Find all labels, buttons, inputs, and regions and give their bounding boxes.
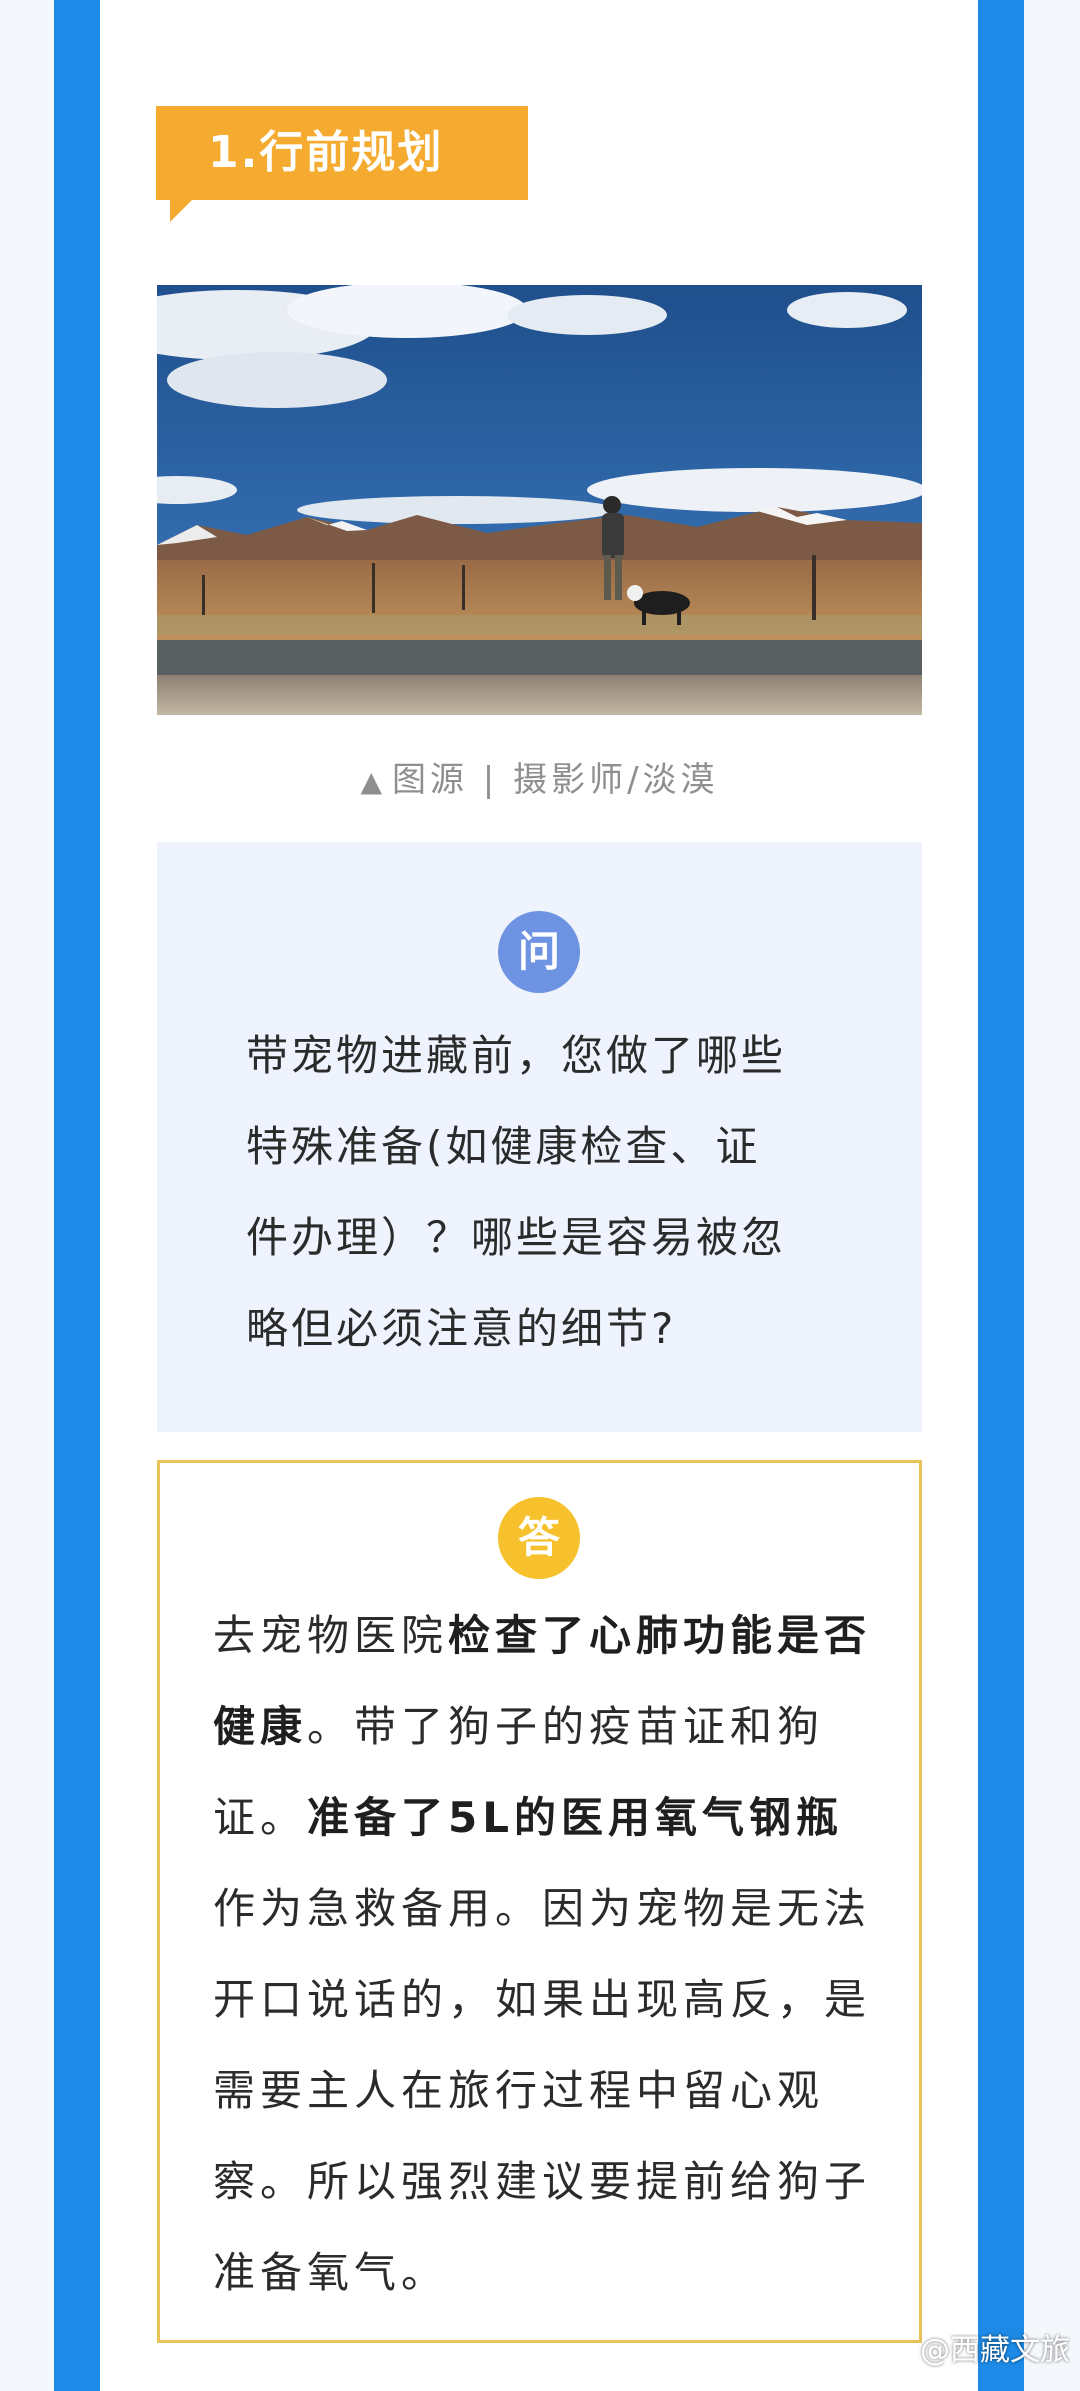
question-line: 带宠物进藏前，您做了哪些 — [246, 1031, 787, 1080]
right-border-bar — [978, 0, 1024, 2391]
section-title: 1.行前规划 — [156, 106, 528, 200]
question-text: 带宠物进藏前，您做了哪些 特殊准备(如健康检查、证 件办理）？哪些是容易被忽 略… — [246, 1010, 846, 1374]
photo-caption: ▲ 图源 | 摄影师/淡漠 — [157, 752, 922, 801]
answer-segment: 作为急救备用。因为宠物是无法开口说话的，如果出现高反，是需要主人在旅行过程中留心… — [213, 1884, 872, 2297]
answer-badge: 答 — [498, 1497, 580, 1579]
question-line: 略但必须注意的细节? — [246, 1304, 677, 1353]
answer-highlight: 准备了5L的医用氧气钢瓶 — [307, 1793, 844, 1842]
section-tag-tail — [170, 200, 192, 222]
tibet-landscape-photo — [157, 285, 922, 715]
triangle-icon: ▲ — [360, 765, 386, 798]
question-line: 件办理）？哪些是容易被忽 — [246, 1213, 787, 1262]
question-badge: 问 — [498, 911, 580, 993]
question-line: 特殊准备(如健康检查、证 — [246, 1122, 761, 1171]
left-border-bar — [54, 0, 100, 2391]
weibo-watermark: @西藏文旅 — [920, 2333, 1070, 2368]
answer-text: 去宠物医院检查了心肺功能是否健康。带了狗子的疫苗证和狗证。准备了5L的医用氧气钢… — [213, 1590, 873, 2318]
answer-segment: 去宠物医院 — [213, 1611, 449, 1660]
caption-text: 图源 | 摄影师/淡漠 — [392, 760, 719, 800]
